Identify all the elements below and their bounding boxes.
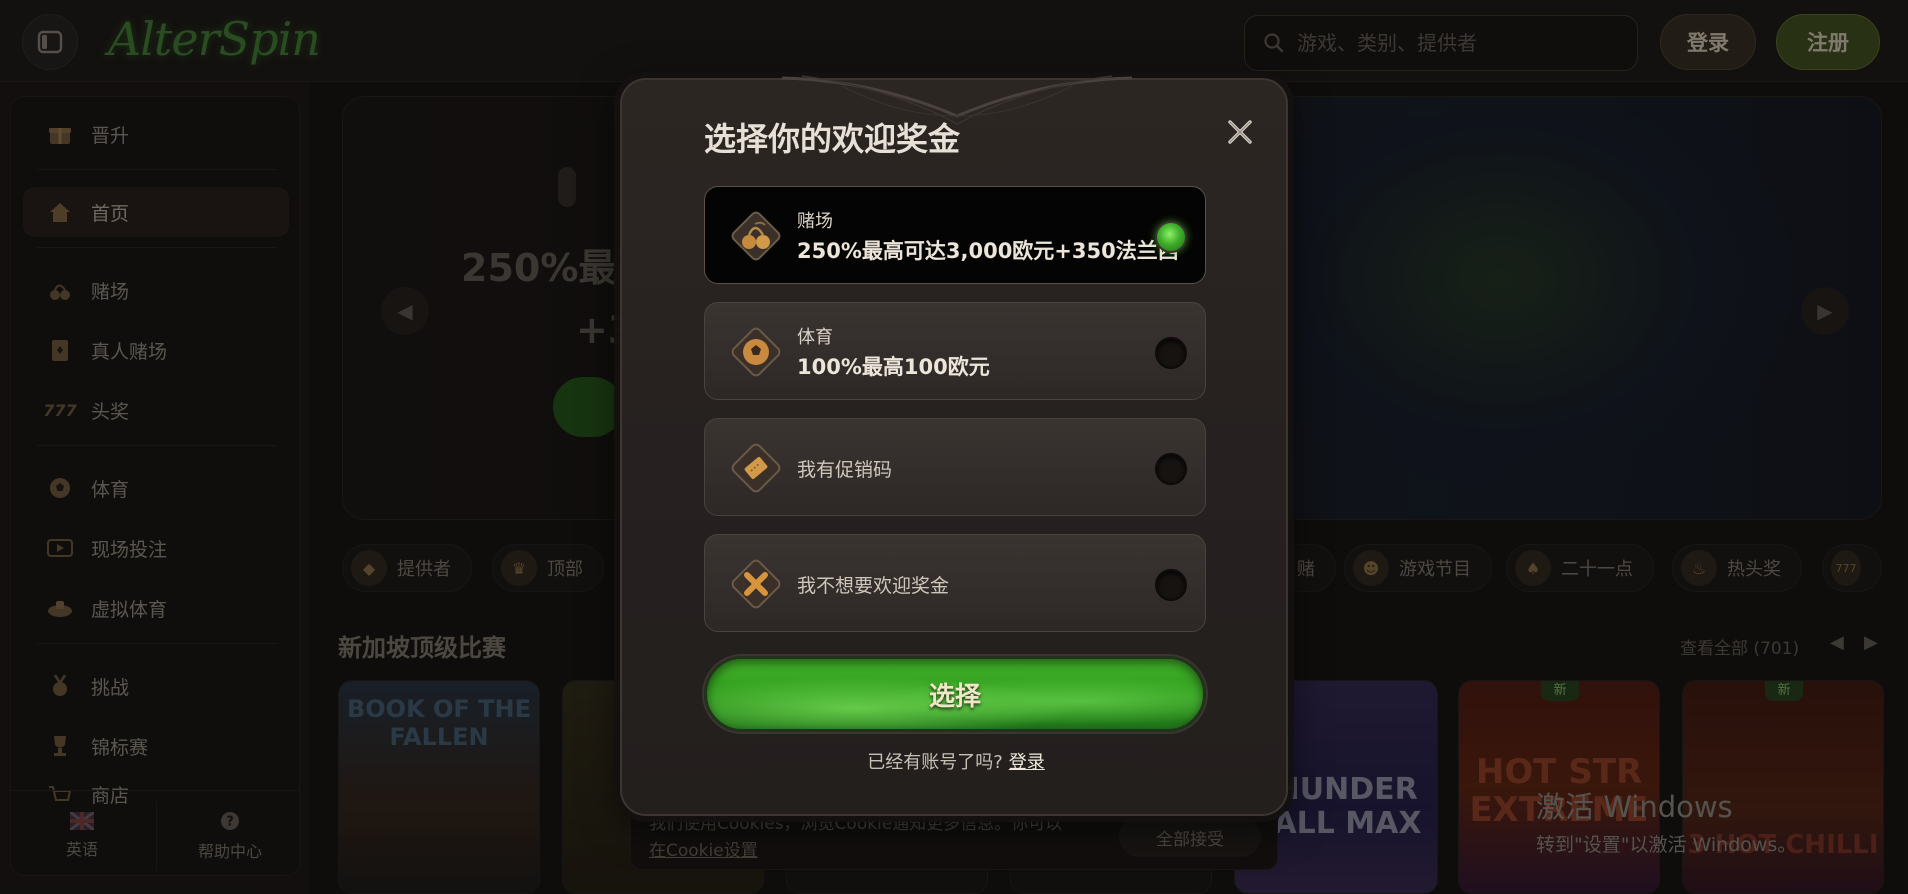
option-label: 我有促销码 — [797, 459, 893, 481]
close-button[interactable] — [1222, 114, 1258, 150]
option-label: 体育 — [797, 327, 833, 348]
modal-login-link[interactable]: 登录 — [1009, 752, 1045, 773]
bonus-option-promo-code[interactable]: 我有促销码 — [704, 418, 1206, 516]
option-label: 我不想要欢迎奖金 — [797, 575, 950, 597]
select-bonus-button[interactable]: 选择 — [704, 656, 1206, 732]
option-value: 250%最高可达3,000欧元+350法兰西 — [797, 239, 1179, 263]
ticket-icon — [731, 443, 781, 493]
x-mark-icon — [731, 559, 781, 609]
soccer-ball-icon — [731, 327, 781, 377]
radio-no-bonus[interactable] — [1155, 569, 1187, 601]
modal-title: 选择你的欢迎奖金 — [704, 120, 961, 158]
radio-casino[interactable] — [1155, 221, 1187, 253]
welcome-bonus-modal: 选择你的欢迎奖金 赌场 250%最高可达3,000欧元+350法兰西 体育 10… — [620, 75, 1290, 816]
radio-sports[interactable] — [1155, 337, 1187, 369]
bonus-option-casino[interactable]: 赌场 250%最高可达3,000欧元+350法兰西 — [704, 186, 1206, 284]
cherries-icon — [731, 211, 781, 261]
option-label: 赌场 — [797, 211, 833, 232]
radio-promo-code[interactable] — [1155, 453, 1187, 485]
bonus-option-sports[interactable]: 体育 100%最高100欧元 — [704, 302, 1206, 400]
close-icon — [1228, 120, 1252, 144]
have-account-row: 已经有账号了吗? 登录 — [622, 748, 1290, 774]
have-account-text: 已经有账号了吗? — [867, 752, 1003, 773]
option-value: 100%最高100欧元 — [797, 355, 990, 379]
bonus-option-no-bonus[interactable]: 我不想要欢迎奖金 — [704, 534, 1206, 632]
